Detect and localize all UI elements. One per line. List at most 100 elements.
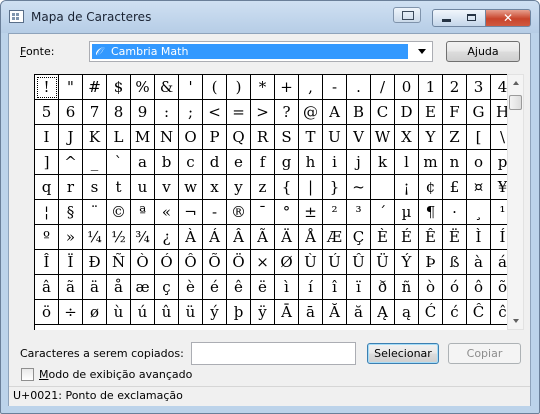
character-cell[interactable]: y bbox=[227, 175, 251, 200]
character-cell[interactable]: m bbox=[419, 150, 443, 175]
character-cell[interactable]: $ bbox=[107, 75, 131, 100]
character-cell[interactable]: S bbox=[275, 125, 299, 150]
character-cell[interactable]: É bbox=[395, 225, 419, 250]
character-cell[interactable]: ð bbox=[371, 275, 395, 300]
character-cell[interactable]: 6 bbox=[59, 100, 83, 125]
character-cell[interactable]: t bbox=[107, 175, 131, 200]
character-cell[interactable]: % bbox=[131, 75, 155, 100]
character-cell[interactable]: 1 bbox=[419, 75, 443, 100]
character-grid[interactable]: ! " # $% & '() * +, -./0 1 2 3 4 5 6 7 8 9:; < = >? @ A B C D E F G H… bbox=[34, 74, 515, 330]
character-cell[interactable]: é bbox=[203, 275, 227, 300]
character-cell[interactable]: Q bbox=[227, 125, 251, 150]
character-cell[interactable]: ± bbox=[299, 200, 323, 225]
grid-scrollbar[interactable] bbox=[507, 74, 524, 330]
character-cell[interactable]: e bbox=[227, 150, 251, 175]
character-cell[interactable]: Y bbox=[419, 125, 443, 150]
character-cell[interactable]: · bbox=[443, 200, 467, 225]
character-cell[interactable]: ¿ bbox=[155, 225, 179, 250]
character-cell[interactable]: d bbox=[203, 150, 227, 175]
character-cell[interactable]: × bbox=[251, 250, 275, 275]
character-cell[interactable]: ¼ bbox=[83, 225, 107, 250]
character-cell[interactable]: Z bbox=[443, 125, 467, 150]
character-cell[interactable]: º bbox=[35, 225, 59, 250]
character-cell[interactable]: ä bbox=[83, 275, 107, 300]
character-cell[interactable]: ï bbox=[347, 275, 371, 300]
character-cell[interactable]: q bbox=[35, 175, 59, 200]
character-cell[interactable]: ë bbox=[251, 275, 275, 300]
character-cell[interactable]: ÷ bbox=[59, 300, 83, 325]
character-cell[interactable]: Å bbox=[299, 225, 323, 250]
character-cell[interactable]: ø bbox=[83, 300, 107, 325]
character-cell[interactable]: ā bbox=[299, 300, 323, 325]
character-map-app-icon[interactable] bbox=[9, 10, 24, 23]
character-cell[interactable]: £ bbox=[443, 175, 467, 200]
character-cell[interactable]: 3 bbox=[467, 75, 491, 100]
character-cell[interactable]: X bbox=[395, 125, 419, 150]
character-cell[interactable]: k bbox=[371, 150, 395, 175]
copy-button[interactable]: Copiar bbox=[448, 343, 521, 364]
character-cell[interactable]: Ć bbox=[419, 300, 443, 325]
character-cell[interactable]: o bbox=[467, 150, 491, 175]
character-cell[interactable]: & bbox=[155, 75, 179, 100]
character-cell[interactable]: ¤ bbox=[467, 175, 491, 200]
character-cell[interactable]: u bbox=[131, 175, 155, 200]
character-cell[interactable]: j bbox=[347, 150, 371, 175]
character-cell[interactable]: ò bbox=[419, 275, 443, 300]
character-cell[interactable]: B bbox=[347, 100, 371, 125]
character-cell[interactable]: ö bbox=[35, 300, 59, 325]
character-cell[interactable]: æ bbox=[131, 275, 155, 300]
character-cell[interactable]: § bbox=[59, 200, 83, 225]
character-cell[interactable]: b bbox=[155, 150, 179, 175]
character-cell[interactable]: Ë bbox=[443, 225, 467, 250]
character-cell[interactable]: ? bbox=[275, 100, 299, 125]
character-cell[interactable]: l bbox=[395, 150, 419, 175]
character-cell[interactable]: ¯ bbox=[251, 200, 275, 225]
character-cell[interactable]: J bbox=[59, 125, 83, 150]
character-cell[interactable]: ¬ bbox=[179, 200, 203, 225]
maximize-button[interactable] bbox=[459, 9, 486, 27]
character-cell[interactable]: h bbox=[299, 150, 323, 175]
character-cell[interactable]: Ā bbox=[275, 300, 299, 325]
character-cell[interactable]: Ă bbox=[323, 300, 347, 325]
character-cell[interactable]: R bbox=[251, 125, 275, 150]
character-cell[interactable]: V bbox=[347, 125, 371, 150]
character-cell[interactable]: ú bbox=[131, 300, 155, 325]
character-cell[interactable]: Ã bbox=[251, 225, 275, 250]
character-cell[interactable]: » bbox=[59, 225, 83, 250]
character-cell[interactable]: D bbox=[395, 100, 419, 125]
scroll-thumb[interactable] bbox=[509, 95, 522, 110]
character-cell[interactable]: À bbox=[179, 225, 203, 250]
character-cell[interactable]: f bbox=[251, 150, 275, 175]
character-cell[interactable]: _ bbox=[83, 150, 107, 175]
character-cell[interactable]: Ù bbox=[299, 250, 323, 275]
character-cell[interactable]: ç bbox=[155, 275, 179, 300]
character-cell[interactable]: > bbox=[251, 100, 275, 125]
dropdown-arrow-icon[interactable] bbox=[418, 49, 426, 54]
character-cell[interactable]: Ó bbox=[155, 250, 179, 275]
advanced-view-label[interactable]: Modo de exibição avançado bbox=[39, 368, 192, 381]
character-cell[interactable]: Ú bbox=[323, 250, 347, 275]
character-cell[interactable]: 5 bbox=[35, 100, 59, 125]
character-cell[interactable]: F bbox=[443, 100, 467, 125]
character-cell[interactable]: ¨ bbox=[83, 200, 107, 225]
character-cell[interactable]: 9 bbox=[131, 100, 155, 125]
character-cell[interactable]: û bbox=[155, 300, 179, 325]
character-cell[interactable]: N bbox=[155, 125, 179, 150]
character-cell[interactable]: î bbox=[323, 275, 347, 300]
character-cell[interactable]: v bbox=[155, 175, 179, 200]
select-button[interactable]: Selecionar bbox=[367, 343, 439, 364]
character-cell[interactable]: n bbox=[443, 150, 467, 175]
character-cell[interactable]: ý bbox=[203, 300, 227, 325]
character-cell[interactable]: ½ bbox=[107, 225, 131, 250]
character-cell[interactable]: ô bbox=[467, 275, 491, 300]
character-cell[interactable]: M bbox=[131, 125, 155, 150]
character-cell[interactable]: ; bbox=[179, 100, 203, 125]
character-cell[interactable]: " bbox=[59, 75, 83, 100]
character-cell[interactable]: ³ bbox=[347, 200, 371, 225]
character-cell[interactable]: | bbox=[299, 175, 323, 200]
character-cell[interactable]: / bbox=[371, 75, 395, 100]
font-dropdown[interactable]: 𝒪 Cambria Math bbox=[89, 41, 433, 62]
character-cell[interactable]: < bbox=[203, 100, 227, 125]
character-cell[interactable]: Î bbox=[35, 250, 59, 275]
character-cell[interactable]: } bbox=[323, 175, 347, 200]
